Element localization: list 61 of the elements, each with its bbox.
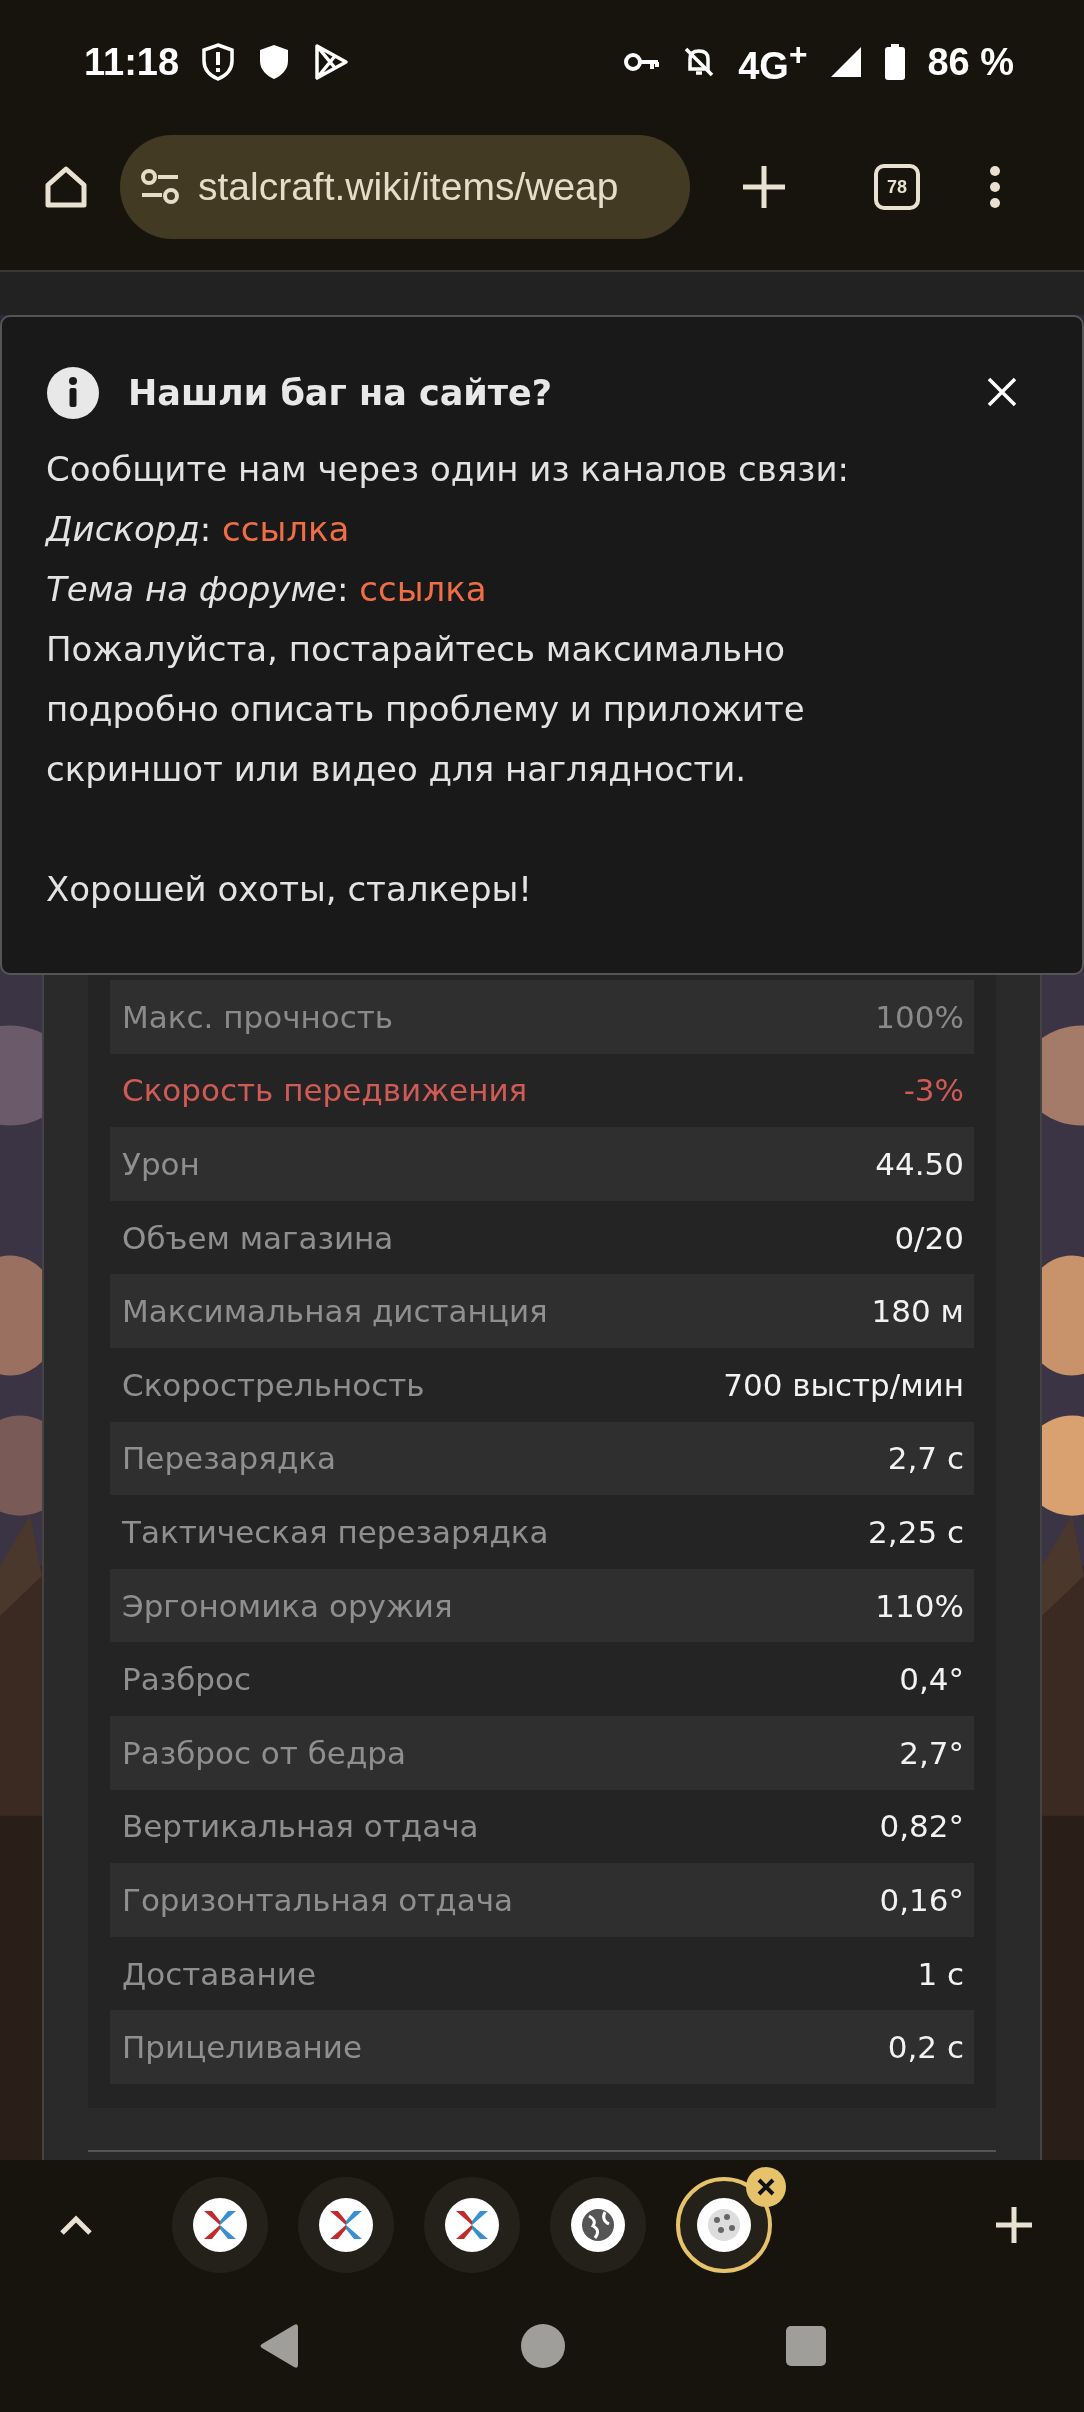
info-icon [46,366,100,420]
menu-icon [988,165,1002,209]
link[interactable]: ссылка [359,569,487,609]
popup-paragraph: Пожалуйста, постарайтесь максимально подробно описать проблему и приложите скриншот или видео для наглядности. [46,628,806,791]
site-settings-icon[interactable] [140,167,180,207]
battery-icon [885,44,906,80]
stat-label: Перезарядка [122,1440,337,1477]
close-icon [756,2177,776,2197]
link[interactable]: ссылка [222,509,350,549]
key-icon [624,51,661,73]
stat-value: 110% [875,1587,964,1624]
stat-value: -3% [903,1072,964,1109]
stat-label: Эргономика оружия [122,1587,453,1624]
stat-value: 0/20 [894,1219,964,1256]
shield-alert-icon [201,43,236,81]
signal-icon [829,45,864,79]
close-tab-button[interactable] [746,2167,786,2207]
stat-label: Максимальная дистанция [122,1293,548,1330]
stat-value: 0,4° [899,1661,964,1698]
stat-label: Разброс от бедра [122,1734,406,1771]
stat-value: 700 выстр/мин [723,1366,964,1403]
battery-level: 86 % [927,40,1014,84]
stat-label: Объем магазина [122,1219,394,1256]
url-text: stalcraft.wiki/items/weap [198,165,619,209]
stat-label: Разброс [122,1661,251,1698]
stat-label: Вертикальная отдача [122,1808,479,1845]
stat-label: Тактическая перезарядка [122,1513,549,1550]
home-icon[interactable] [520,2323,566,2369]
popup-farewell: Хорошей охоты, сталкеры! [46,868,533,911]
globe-icon [581,2208,615,2242]
stat-value: 0,82° [879,1808,964,1845]
stat-value: 180 м [871,1293,964,1330]
popup-intro: Сообщите нам через один из каналов связи: [46,448,850,491]
stat-value: 44.50 [875,1146,964,1182]
stat-value: 2,25 с [868,1513,964,1550]
dice-icon [707,2208,741,2242]
stat-value: 2,7° [899,1734,964,1771]
back-icon[interactable] [258,2323,300,2369]
plus-icon [741,164,787,210]
address-bar[interactable]: stalcraft.wiki/items/weap [120,135,690,239]
stat-label: Горизонтальная отдача [122,1881,514,1918]
stat-value: 100% [875,998,964,1035]
stat-label: Урон [122,1146,200,1182]
tab-switcher-button[interactable]: 78 [874,164,920,210]
play-store-icon [313,43,350,81]
stat-label: Прицеливание [122,2029,363,2066]
contact-line: Тема на форуме: ссылка [46,568,488,611]
stat-value: 1 с [917,1955,964,1992]
stat-label: Доставание [122,1955,317,1992]
network-type: 4G$^{+}$ [738,36,808,88]
clock: 11:18 [84,40,180,84]
stat-value: 2,7 с [887,1440,964,1477]
popup-title: Нашли баг на сайте? [128,373,554,413]
stat-value: 0,2 с [887,2029,964,2066]
contact-line: Дискорд: ссылка [46,508,351,551]
stat-label: Скорострельность [122,1366,425,1403]
chevron-up-icon [59,2214,93,2236]
stat-value: 0,16° [879,1881,964,1918]
plus-icon [994,2205,1034,2245]
stat-label: Скорость передвижения [122,1072,528,1109]
stat-label: Макс. прочность [122,998,394,1035]
